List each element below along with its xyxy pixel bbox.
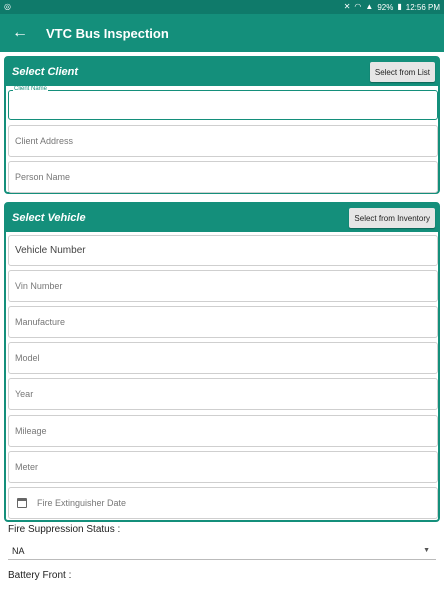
battery-icon: ▮ [397, 2, 402, 11]
vin-number-field[interactable]: Vin Number [8, 270, 438, 302]
status-bar: ◎ ✕ ◠ ▲ 92% ▮ 12:56 PM [0, 0, 444, 14]
person-name-field[interactable]: Person Name [8, 161, 438, 193]
vin-number-placeholder: Vin Number [15, 281, 63, 291]
dropdown-caret-icon: ▼ [423, 547, 430, 554]
model-placeholder: Model [15, 353, 40, 363]
back-arrow-icon[interactable]: ← [0, 24, 40, 42]
battery-percent: 92% [377, 2, 394, 12]
client-address-placeholder: Client Address [15, 136, 74, 146]
manufacture-field[interactable]: Manufacture [8, 306, 438, 338]
mileage-field[interactable]: Mileage [8, 415, 438, 447]
select-from-inventory-button[interactable]: Select from Inventory [349, 208, 435, 228]
select-from-list-button[interactable]: Select from List [369, 62, 435, 82]
wifi-icon: ◠ [354, 2, 362, 11]
fire-extinguisher-date-placeholder: Fire Extinguisher Date [37, 498, 127, 508]
form-content[interactable]: Select Client Select from List Client Na… [0, 52, 444, 592]
mute-icon: ✕ [343, 2, 351, 11]
vehicle-panel: Select Vehicle Select from Inventory Veh… [4, 202, 440, 522]
client-panel-title: Select Client [12, 66, 79, 78]
year-field[interactable]: Year [8, 378, 438, 410]
fire-extinguisher-date-field[interactable]: Fire Extinguisher Date [8, 487, 438, 519]
client-name-label: Client Name [13, 86, 49, 92]
battery-front-label: Battery Front : [8, 570, 72, 581]
vehicle-number-field[interactable]: Vehicle Number [8, 235, 438, 266]
year-placeholder: Year [15, 389, 34, 399]
vehicle-panel-header: Select Vehicle Select from Inventory [6, 204, 438, 232]
clock: 12:56 PM [405, 2, 440, 12]
fire-suppression-selected: NA [12, 545, 25, 556]
model-field[interactable]: Model [8, 342, 438, 374]
fire-suppression-label: Fire Suppression Status : [8, 524, 121, 535]
client-address-field[interactable]: Client Address [8, 125, 438, 157]
calendar-icon[interactable] [17, 498, 27, 508]
manufacture-placeholder: Manufacture [15, 317, 66, 327]
vehicle-number-placeholder: Vehicle Number [15, 245, 86, 256]
person-name-placeholder: Person Name [15, 172, 71, 182]
client-panel-header: Select Client Select from List [6, 58, 438, 86]
signal-icon: ▲ [365, 2, 374, 11]
meter-placeholder: Meter [15, 462, 39, 472]
page-title: VTC Bus Inspection [46, 25, 169, 41]
mileage-placeholder: Mileage [15, 426, 47, 436]
fire-suppression-dropdown[interactable]: NA ▼ [8, 542, 436, 560]
client-name-field[interactable]: Client Name [8, 86, 438, 120]
client-panel: Select Client Select from List Client Na… [4, 56, 440, 194]
vehicle-panel-title: Select Vehicle [12, 212, 86, 224]
status-right: ✕ ◠ ▲ 92% ▮ 12:56 PM [344, 3, 440, 12]
android-circle-icon: ◎ [4, 2, 11, 11]
meter-field[interactable]: Meter [8, 451, 438, 483]
app-bar: ← VTC Bus Inspection [0, 14, 444, 52]
